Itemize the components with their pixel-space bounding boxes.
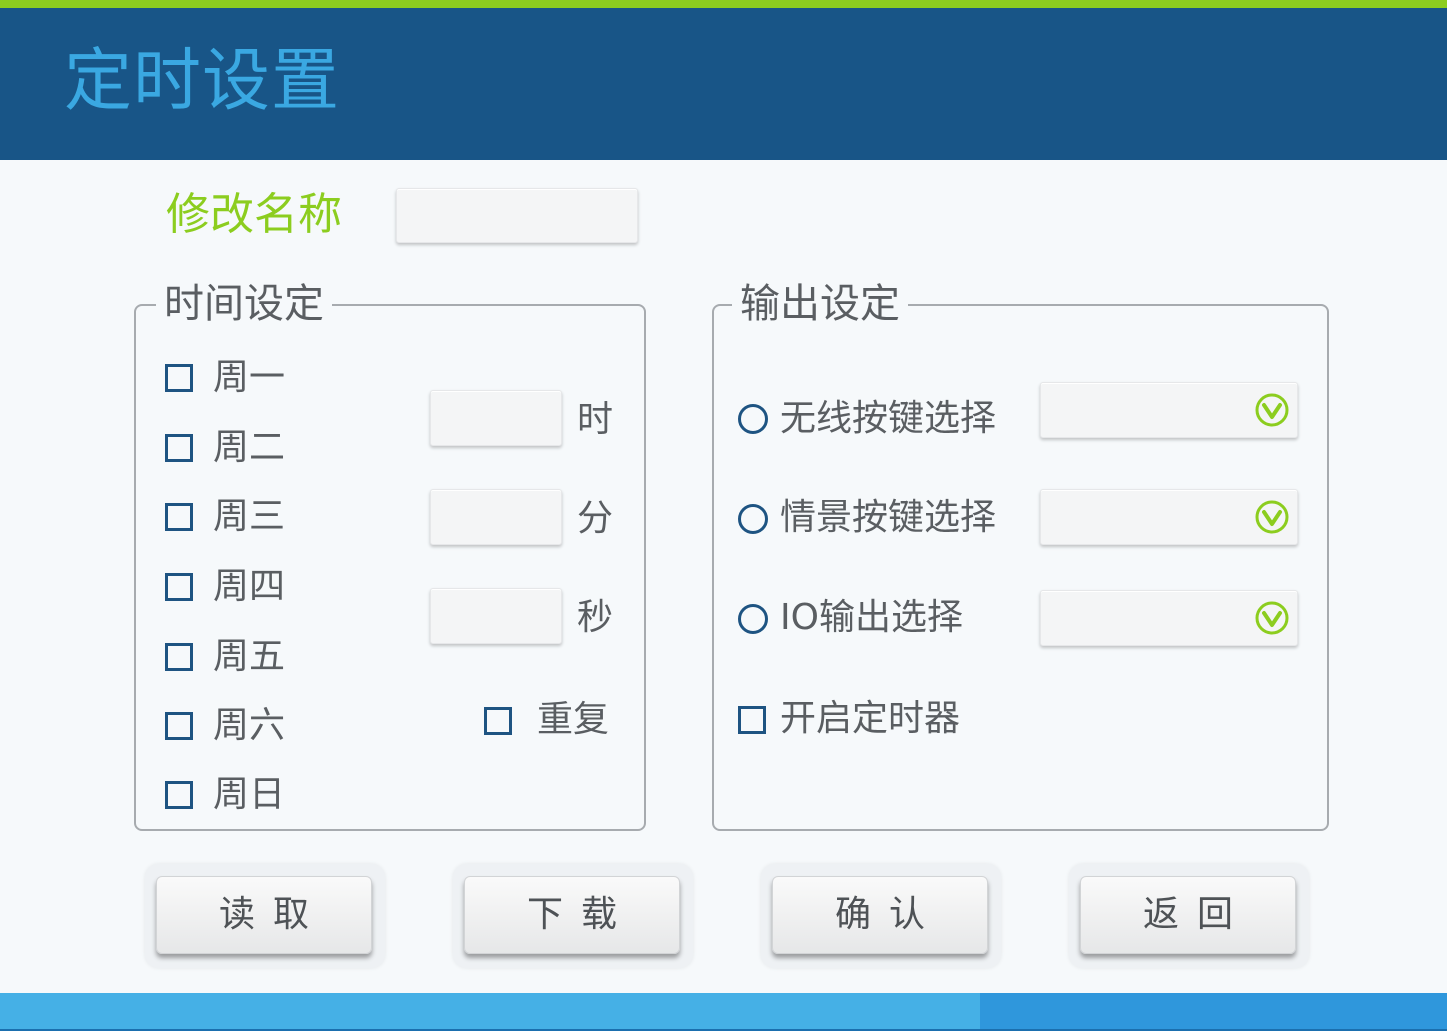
header-bar: 定时设置 — [0, 8, 1447, 160]
day-label-sun: 周日 — [213, 774, 286, 815]
io-output-label: IO输出选择 — [780, 597, 963, 638]
back-button[interactable]: 返回 — [1080, 876, 1296, 954]
day-label-mon: 周一 — [213, 357, 286, 398]
time-settings-legend: 时间设定 — [156, 280, 332, 328]
minute-unit-label: 分 — [577, 498, 614, 539]
confirm-button[interactable]: 确认 — [772, 876, 988, 954]
checkbox-thu[interactable] — [165, 573, 193, 601]
second-input[interactable] — [430, 588, 562, 644]
day-label-fri: 周五 — [213, 636, 286, 677]
download-button-frame: 下载 — [453, 864, 693, 968]
timer-settings-screen: 定时设置 修改名称 时间设定 周一 周二 周三 周四 周五 周六 周日 时 分 … — [0, 0, 1447, 1031]
day-label-wed: 周三 — [213, 496, 286, 537]
chevron-down-circle-icon[interactable] — [1255, 601, 1289, 635]
page-title: 定时设置 — [64, 42, 341, 121]
minute-input[interactable] — [430, 489, 562, 545]
checkbox-sun[interactable] — [165, 781, 193, 809]
wireless-key-dropdown[interactable] — [1040, 382, 1298, 438]
io-output-radio[interactable] — [738, 604, 768, 634]
back-button-frame: 返回 — [1069, 864, 1309, 968]
repeat-label: 重复 — [537, 699, 610, 740]
checkbox-wed[interactable] — [165, 503, 193, 531]
read-button[interactable]: 读取 — [156, 876, 372, 954]
checkbox-fri[interactable] — [165, 643, 193, 671]
io-output-dropdown[interactable] — [1040, 590, 1298, 646]
top-accent-stripe — [0, 0, 1447, 8]
hour-unit-label: 时 — [577, 399, 614, 440]
enable-timer-checkbox[interactable] — [738, 706, 766, 734]
checkbox-mon[interactable] — [165, 364, 193, 392]
second-unit-label: 秒 — [577, 597, 614, 638]
bottom-bar-accent — [980, 993, 1447, 1029]
wireless-key-radio[interactable] — [738, 404, 768, 434]
download-button[interactable]: 下载 — [464, 876, 680, 954]
wireless-key-label: 无线按键选择 — [780, 398, 997, 439]
rename-input[interactable] — [396, 188, 638, 243]
time-settings-group — [134, 304, 646, 831]
confirm-button-frame: 确认 — [761, 864, 1001, 968]
day-label-tue: 周二 — [213, 427, 286, 468]
checkbox-sat[interactable] — [165, 712, 193, 740]
enable-timer-label: 开启定时器 — [780, 698, 961, 739]
chevron-down-circle-icon[interactable] — [1255, 500, 1289, 534]
read-button-frame: 读取 — [145, 864, 385, 968]
output-settings-legend: 输出设定 — [732, 280, 908, 328]
day-label-thu: 周四 — [213, 566, 286, 607]
rename-label: 修改名称 — [166, 189, 342, 240]
repeat-checkbox[interactable] — [484, 707, 512, 735]
scene-key-label: 情景按键选择 — [780, 497, 997, 538]
scene-key-dropdown[interactable] — [1040, 489, 1298, 545]
hour-input[interactable] — [430, 390, 562, 446]
chevron-down-circle-icon[interactable] — [1255, 393, 1289, 427]
day-label-sat: 周六 — [213, 705, 286, 746]
checkbox-tue[interactable] — [165, 434, 193, 462]
scene-key-radio[interactable] — [738, 504, 768, 534]
